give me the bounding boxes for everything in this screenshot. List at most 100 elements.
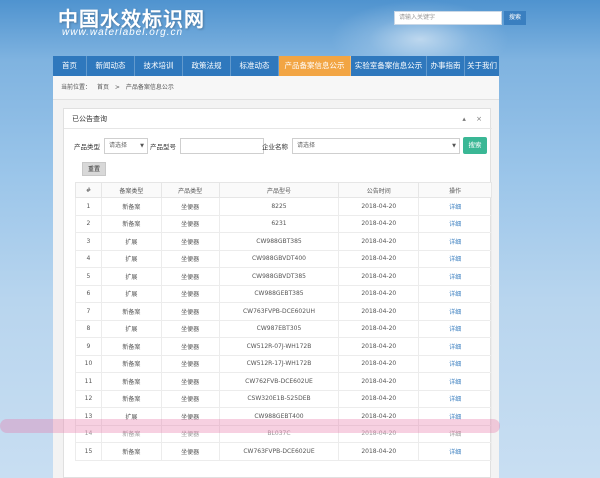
detail-link[interactable]: 详细 <box>418 389 492 408</box>
announce-date: 2018-04-20 <box>338 442 420 461</box>
record-type: 扩展 <box>100 232 162 251</box>
record-type: 新备案 <box>100 214 162 233</box>
nav-item-training[interactable]: 技术培训 <box>135 56 183 76</box>
breadcrumb-home[interactable]: 首页 <box>97 84 109 91</box>
detail-link[interactable]: 详细 <box>418 197 492 216</box>
detail-link[interactable]: 详细 <box>418 302 492 321</box>
model-input[interactable] <box>180 138 264 154</box>
row-index: 5 <box>75 267 102 286</box>
model-label: 产品型号 <box>150 143 176 151</box>
table-row: 8 扩展 坐便器 CW987EBT305 2018-04-20 详细 <box>75 319 492 338</box>
company-label: 企业名称 <box>262 143 288 151</box>
detail-link[interactable]: 详细 <box>418 372 492 391</box>
record-type: 扩展 <box>100 249 162 268</box>
main-nav: 首页 新闻动态 技术培训 政策法规 标准动态 产品备案信息公示 实验室备案信息公… <box>53 56 499 76</box>
product-model: 6231 <box>218 214 340 233</box>
record-type: 新备案 <box>100 354 162 373</box>
product-model: CW987EBT305 <box>218 319 340 338</box>
search-button[interactable]: 搜索 <box>504 11 526 25</box>
row-index: 1 <box>75 197 102 216</box>
product-type: 坐便器 <box>160 284 220 303</box>
product-model: CW512R-07J-WH172B <box>218 337 340 356</box>
table-row: 11 新备案 坐便器 CW762FVB-DCE602UE 2018-04-20 详细 <box>75 372 492 391</box>
row-highlight-marker <box>0 419 500 433</box>
record-type: 新备案 <box>100 442 162 461</box>
detail-link[interactable]: 详细 <box>418 267 492 286</box>
nav-item-standards[interactable]: 标准动态 <box>231 56 279 76</box>
record-type: 扩展 <box>100 284 162 303</box>
nav-item-policy[interactable]: 政策法规 <box>183 56 231 76</box>
nav-item-guide[interactable]: 办事指南 <box>427 56 465 76</box>
record-type: 新备案 <box>100 337 162 356</box>
row-index: 11 <box>75 372 102 391</box>
product-model: CW512R-17J-WH172B <box>218 354 340 373</box>
table-row: 6 扩展 坐便器 CW988GEBT385 2018-04-20 详细 <box>75 284 492 303</box>
table-row: 9 新备案 坐便器 CW512R-07J-WH172B 2018-04-20 详细 <box>75 337 492 356</box>
nav-item-news[interactable]: 新闻动态 <box>87 56 135 76</box>
table-row: 4 扩展 坐便器 CW988GBVDT400 2018-04-20 详细 <box>75 249 492 268</box>
company-select[interactable]: 请选择 ▼ <box>292 138 460 154</box>
product-model: CW763FVPB-DCE602UH <box>218 302 340 321</box>
column-header-index: # <box>75 182 102 198</box>
product-type: 坐便器 <box>160 319 220 338</box>
announce-date: 2018-04-20 <box>338 354 420 373</box>
row-index: 12 <box>75 389 102 408</box>
product-model: CSW320E1B-525DEB <box>218 389 340 408</box>
detail-link[interactable]: 详细 <box>418 232 492 251</box>
breadcrumb-separator: > <box>114 84 120 91</box>
detail-link[interactable]: 详细 <box>418 442 492 461</box>
category-select-value: 请选择 <box>109 142 128 149</box>
main-content: 当前位置： 首页 > 产品备案信息公示 已公告查询 ▴ × 产品类型 请选择 ▼… <box>53 76 499 478</box>
query-button[interactable]: 搜索 <box>463 137 487 154</box>
panel-header: 已公告查询 ▴ × <box>64 109 492 129</box>
table-row: 2 新备案 坐便器 6231 2018-04-20 详细 <box>75 214 492 233</box>
nav-item-lab-records[interactable]: 实验室备案信息公示 <box>351 56 427 76</box>
table-row: 1 新备案 坐便器 8225 2018-04-20 详细 <box>75 197 492 216</box>
chevron-down-icon: ▼ <box>140 143 144 149</box>
record-type: 扩展 <box>100 319 162 338</box>
table-row: 3 扩展 坐便器 CW988GBT385 2018-04-20 详细 <box>75 232 492 251</box>
product-model: CW988GBVDT400 <box>218 249 340 268</box>
announce-date: 2018-04-20 <box>338 284 420 303</box>
search-input[interactable]: 请输入关键字 <box>394 11 502 25</box>
announce-date: 2018-04-20 <box>338 389 420 408</box>
product-model: CW988GBT385 <box>218 232 340 251</box>
product-model: 8225 <box>218 197 340 216</box>
announce-date: 2018-04-20 <box>338 214 420 233</box>
announce-date: 2018-04-20 <box>338 337 420 356</box>
breadcrumb-prefix: 当前位置： <box>61 84 92 91</box>
announce-date: 2018-04-20 <box>338 319 420 338</box>
product-model: CW762FVB-DCE602UE <box>218 372 340 391</box>
water-splash-decoration <box>330 0 510 56</box>
row-index: 7 <box>75 302 102 321</box>
row-index: 6 <box>75 284 102 303</box>
reset-button[interactable]: 重置 <box>82 162 106 176</box>
detail-link[interactable]: 详细 <box>418 214 492 233</box>
table-row: 15 新备案 坐便器 CW763FVPB-DCE602UE 2018-04-20 详细 <box>75 442 492 461</box>
category-select[interactable]: 请选择 ▼ <box>104 138 148 154</box>
site-header: 中国水效标识网 www.waterlabel.org.cn 请输入关键字 搜索 <box>0 0 600 56</box>
nav-item-about[interactable]: 关于我们 <box>465 56 499 76</box>
row-index: 2 <box>75 214 102 233</box>
nav-item-home[interactable]: 首页 <box>53 56 87 76</box>
nav-item-product-records[interactable]: 产品备案信息公示 <box>279 56 351 76</box>
row-index: 3 <box>75 232 102 251</box>
announce-date: 2018-04-20 <box>338 232 420 251</box>
detail-link[interactable]: 详细 <box>418 319 492 338</box>
table-row: 7 新备案 坐便器 CW763FVPB-DCE602UH 2018-04-20 详细 <box>75 302 492 321</box>
product-type: 坐便器 <box>160 354 220 373</box>
product-model: CW763FVPB-DCE602UE <box>218 442 340 461</box>
product-model: CW988GEBT385 <box>218 284 340 303</box>
product-type: 坐便器 <box>160 214 220 233</box>
detail-link[interactable]: 详细 <box>418 249 492 268</box>
detail-link[interactable]: 详细 <box>418 284 492 303</box>
row-index: 10 <box>75 354 102 373</box>
table-row: 5 扩展 坐便器 CW988GBVDT385 2018-04-20 详细 <box>75 267 492 286</box>
site-url: www.waterlabel.org.cn <box>62 27 184 38</box>
table-header-row: # 备案类型 产品类型 产品型号 公告时间 操作 <box>75 182 492 198</box>
detail-link[interactable]: 详细 <box>418 337 492 356</box>
detail-link[interactable]: 详细 <box>418 354 492 373</box>
record-type: 新备案 <box>100 197 162 216</box>
product-model: CW988GBVDT385 <box>218 267 340 286</box>
panel-tools-icons[interactable]: ▴ × <box>462 109 486 129</box>
